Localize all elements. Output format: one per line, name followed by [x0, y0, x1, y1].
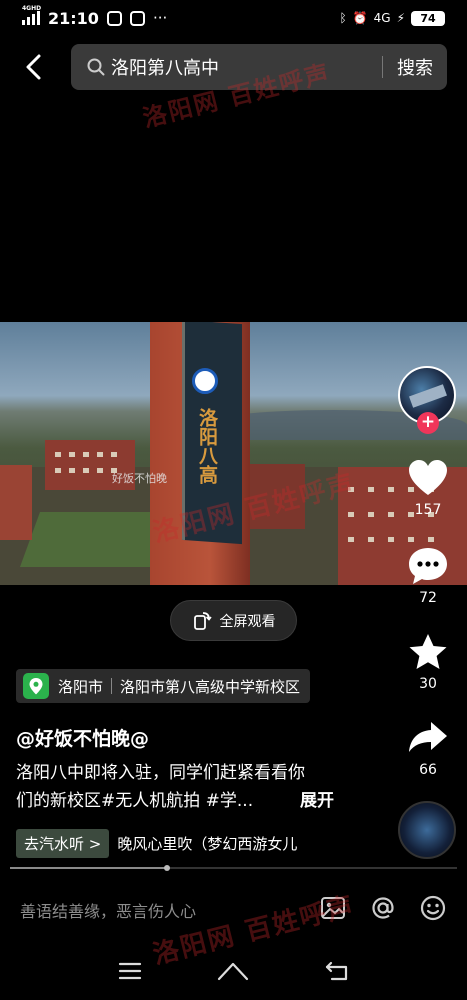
alarm-icon: ⏰ — [352, 11, 368, 25]
music-disc[interactable] — [398, 801, 456, 859]
star-icon — [409, 634, 447, 669]
fullscreen-label: 全屏观看 — [219, 613, 276, 630]
music-title[interactable]: 晚风心里吹（梦幻西游女儿 — [117, 833, 337, 854]
message-notification-icon — [129, 10, 145, 26]
home-nav-button[interactable] — [217, 960, 249, 986]
status-network-label: 4G — [373, 11, 391, 25]
return-icon — [325, 961, 347, 980]
location-place: 洛阳市第八高级中学新校区 — [120, 677, 301, 696]
home-icon — [217, 962, 248, 980]
smiley-icon — [420, 895, 446, 921]
author-name[interactable]: @好饭不怕晚@ — [16, 724, 149, 751]
comment-count: 72 — [419, 590, 437, 606]
heart-icon — [409, 460, 447, 495]
like-button[interactable]: 157 — [400, 458, 456, 518]
search-button[interactable]: 搜索 — [397, 54, 433, 80]
bluetooth-icon: ᛒ — [339, 11, 347, 25]
playback-progress[interactable] — [10, 865, 457, 871]
location-chip[interactable]: 洛阳市 洛阳市第八高级中学新校区 — [16, 669, 311, 703]
comment-icon — [409, 548, 447, 584]
status-time: 21:10 — [48, 8, 99, 28]
at-sign-icon — [372, 897, 394, 919]
location-pin-icon — [23, 673, 49, 699]
share-count: 66 — [419, 762, 437, 778]
share-arrow-icon — [409, 722, 447, 752]
school-logo-icon — [192, 368, 218, 394]
app-notification-icon — [106, 10, 122, 26]
description-line-1: 洛阳八中即将入驻，同学们赶紧看看你 — [16, 763, 305, 783]
follow-button[interactable]: + — [417, 412, 439, 434]
fullscreen-button[interactable]: 全屏观看 — [170, 600, 297, 641]
expand-button[interactable]: 展开 — [300, 787, 334, 815]
share-button[interactable]: 66 — [400, 718, 456, 778]
music-row: 去汽水听 > 晚风心里吹（梦幻西游女儿 — [16, 829, 337, 858]
status-more: ··· — [152, 9, 168, 27]
playback-progress-handle[interactable] — [164, 865, 170, 871]
like-count: 157 — [414, 502, 442, 518]
signal-icon: 4GHD — [22, 5, 41, 25]
video-building — [0, 465, 32, 540]
rotate-screen-icon — [193, 611, 212, 630]
status-bar: 4GHD 21:10 ··· ᛒ ⏰ 4G ⚡ 74 — [0, 0, 467, 36]
menu-icon — [118, 962, 141, 979]
post-description: 洛阳八中即将入驻，同学们赶紧看看你 们的新校区#无人机航拍 #学... 展开 — [16, 759, 356, 815]
system-nav-bar — [0, 945, 467, 1000]
video-field — [19, 512, 171, 567]
avatar-image — [409, 384, 447, 408]
search-divider — [382, 56, 383, 78]
charging-icon: ⚡ — [396, 11, 405, 25]
location-city: 洛阳市 — [58, 677, 104, 696]
menu-nav-button[interactable] — [118, 961, 142, 985]
emoji-button[interactable] — [419, 894, 447, 926]
video-tower-text: 洛阳八高 — [196, 408, 218, 484]
playback-progress-fill — [10, 867, 167, 869]
listen-in-qishui-button[interactable]: 去汽水听 > — [16, 829, 110, 858]
chevron-left-icon — [26, 54, 41, 80]
mention-button[interactable] — [369, 894, 397, 926]
favorite-button[interactable]: 30 — [400, 632, 456, 692]
back-button[interactable] — [20, 52, 50, 82]
video-player[interactable]: 洛阳八高 好饭不怕晚 — [0, 322, 467, 585]
back-nav-button[interactable] — [324, 960, 350, 986]
location-separator — [111, 678, 113, 694]
search-icon — [87, 58, 105, 76]
battery-level: 74 — [411, 10, 445, 26]
comment-button[interactable]: 72 — [400, 546, 456, 606]
video-overlay-caption: 好饭不怕晚 — [112, 472, 167, 485]
favorite-count: 30 — [419, 676, 437, 692]
